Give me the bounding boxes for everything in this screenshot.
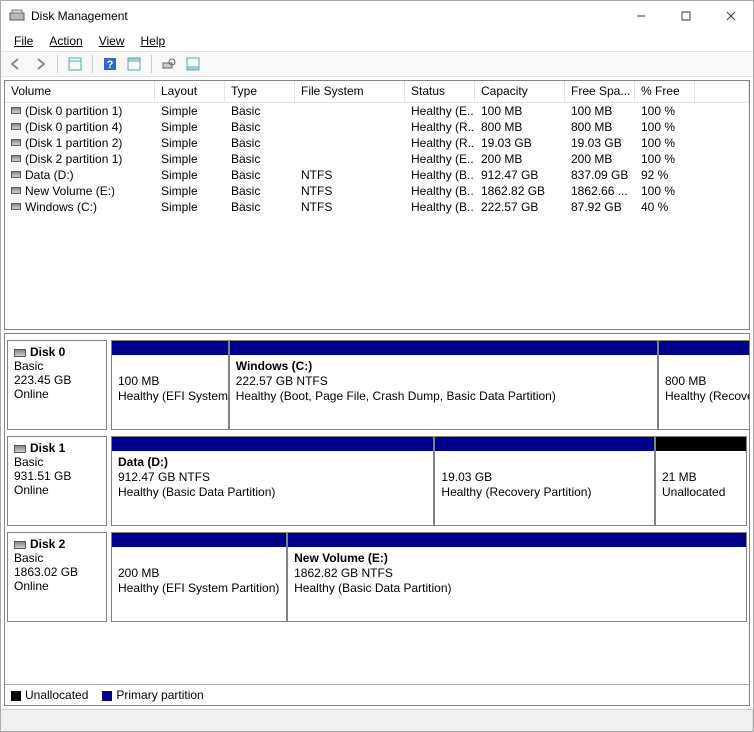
disk-row: Disk 2Basic1863.02 GBOnline 200 MBHealth… bbox=[5, 532, 749, 622]
show-hide-tree-button[interactable] bbox=[64, 53, 86, 75]
disk-partitions: 100 MBHealthy (EFI System Partition)Wind… bbox=[111, 340, 749, 430]
window-title: Disk Management bbox=[31, 9, 128, 23]
top-view-button[interactable] bbox=[123, 53, 145, 75]
volume-row[interactable]: (Disk 2 partition 1)SimpleBasicHealthy (… bbox=[5, 151, 749, 167]
partition-stripe bbox=[659, 341, 749, 355]
partition-body: New Volume (E:)1862.82 GB NTFSHealthy (B… bbox=[288, 547, 746, 621]
close-button[interactable] bbox=[708, 2, 753, 30]
partition-unallocated[interactable]: 21 MBUnallocated bbox=[655, 436, 747, 526]
disk-icon bbox=[14, 541, 26, 549]
settings-button[interactable] bbox=[158, 53, 180, 75]
partition-stripe bbox=[656, 437, 746, 451]
partition-body: Windows (C:)222.57 GB NTFSHealthy (Boot,… bbox=[230, 355, 657, 429]
volume-icon bbox=[11, 203, 21, 210]
back-button[interactable] bbox=[5, 53, 27, 75]
volume-icon bbox=[11, 187, 21, 194]
volume-row[interactable]: Data (D:)SimpleBasicNTFSHealthy (B...912… bbox=[5, 167, 749, 183]
partition-primary[interactable]: New Volume (E:)1862.82 GB NTFSHealthy (B… bbox=[287, 532, 747, 622]
app-icon bbox=[9, 8, 25, 24]
volume-list-pane: Volume Layout Type File System Status Ca… bbox=[4, 80, 750, 330]
swatch-unallocated-icon bbox=[11, 691, 21, 701]
partition-stripe bbox=[112, 437, 433, 451]
disk-row: Disk 0Basic223.45 GBOnline 100 MBHealthy… bbox=[5, 340, 749, 430]
partition-stripe bbox=[112, 341, 228, 355]
partition-stripe bbox=[230, 341, 657, 355]
partition-body: 100 MBHealthy (EFI System Partition) bbox=[112, 355, 228, 429]
maximize-button[interactable] bbox=[663, 2, 708, 30]
menu-bar: File Action View Help bbox=[1, 31, 753, 51]
col-layout[interactable]: Layout bbox=[155, 81, 225, 102]
disk-info[interactable]: Disk 0Basic223.45 GBOnline bbox=[7, 340, 107, 430]
legend-primary: Primary partition bbox=[102, 688, 203, 702]
minimize-button[interactable] bbox=[618, 2, 663, 30]
partition-primary[interactable]: Data (D:)912.47 GB NTFSHealthy (Basic Da… bbox=[111, 436, 434, 526]
disk-info[interactable]: Disk 1Basic931.51 GBOnline bbox=[7, 436, 107, 526]
help-button[interactable]: ? bbox=[99, 53, 121, 75]
forward-button[interactable] bbox=[29, 53, 51, 75]
volume-list-header: Volume Layout Type File System Status Ca… bbox=[5, 81, 749, 103]
partition-body: 21 MBUnallocated bbox=[656, 451, 746, 525]
bottom-view-button[interactable] bbox=[182, 53, 204, 75]
partition-primary[interactable]: 100 MBHealthy (EFI System Partition) bbox=[111, 340, 229, 430]
col-capacity[interactable]: Capacity bbox=[475, 81, 565, 102]
partition-body: 800 MBHealthy (Recovery Partition) bbox=[659, 355, 749, 429]
volume-row[interactable]: Windows (C:)SimpleBasicNTFSHealthy (B...… bbox=[5, 199, 749, 215]
col-type[interactable]: Type bbox=[225, 81, 295, 102]
col-volume[interactable]: Volume bbox=[5, 81, 155, 102]
svg-text:?: ? bbox=[107, 59, 114, 71]
partition-body: 19.03 GBHealthy (Recovery Partition) bbox=[435, 451, 654, 525]
menu-help[interactable]: Help bbox=[134, 33, 173, 49]
col-status[interactable]: Status bbox=[405, 81, 475, 102]
partition-stripe bbox=[435, 437, 654, 451]
partition-primary[interactable]: 800 MBHealthy (Recovery Partition) bbox=[658, 340, 749, 430]
disk-info[interactable]: Disk 2Basic1863.02 GBOnline bbox=[7, 532, 107, 622]
volume-row[interactable]: (Disk 1 partition 2)SimpleBasicHealthy (… bbox=[5, 135, 749, 151]
legend-unallocated: Unallocated bbox=[11, 688, 88, 702]
disk-partitions: 200 MBHealthy (EFI System Partition)New … bbox=[111, 532, 747, 622]
partition-body: Data (D:)912.47 GB NTFSHealthy (Basic Da… bbox=[112, 451, 433, 525]
menu-file[interactable]: File bbox=[7, 33, 40, 49]
swatch-primary-icon bbox=[102, 691, 112, 701]
disk-partitions: Data (D:)912.47 GB NTFSHealthy (Basic Da… bbox=[111, 436, 747, 526]
toolbar-separator bbox=[92, 55, 93, 73]
disk-icon bbox=[14, 445, 26, 453]
volume-row[interactable]: (Disk 0 partition 4)SimpleBasicHealthy (… bbox=[5, 119, 749, 135]
col-freespace[interactable]: Free Spa... bbox=[565, 81, 635, 102]
volume-row[interactable]: New Volume (E:)SimpleBasicNTFSHealthy (B… bbox=[5, 183, 749, 199]
disk-rows-container[interactable]: Disk 0Basic223.45 GBOnline 100 MBHealthy… bbox=[5, 334, 749, 684]
col-pctfree[interactable]: % Free bbox=[635, 81, 695, 102]
disk-row: Disk 1Basic931.51 GBOnlineData (D:)912.4… bbox=[5, 436, 749, 526]
window-titlebar: Disk Management bbox=[1, 1, 753, 31]
menu-action[interactable]: Action bbox=[42, 33, 89, 49]
volume-icon bbox=[11, 171, 21, 178]
col-filesystem[interactable]: File System bbox=[295, 81, 405, 102]
volume-row[interactable]: (Disk 0 partition 1)SimpleBasicHealthy (… bbox=[5, 103, 749, 119]
volume-icon bbox=[11, 155, 21, 162]
legend: Unallocated Primary partition bbox=[5, 684, 749, 705]
volume-icon bbox=[11, 123, 21, 130]
disk-icon bbox=[14, 349, 26, 357]
status-bar bbox=[1, 709, 753, 731]
menu-view[interactable]: View bbox=[92, 33, 132, 49]
partition-stripe bbox=[112, 533, 286, 547]
status-cell bbox=[1, 710, 753, 731]
partition-primary[interactable]: 19.03 GBHealthy (Recovery Partition) bbox=[434, 436, 655, 526]
disk-graphical-pane: Disk 0Basic223.45 GBOnline 100 MBHealthy… bbox=[4, 333, 750, 706]
volume-icon bbox=[11, 107, 21, 114]
toolbar-separator bbox=[57, 55, 58, 73]
volume-icon bbox=[11, 139, 21, 146]
toolbar-separator bbox=[151, 55, 152, 73]
col-spare[interactable] bbox=[695, 81, 749, 102]
partition-body: 200 MBHealthy (EFI System Partition) bbox=[112, 547, 286, 621]
partition-primary[interactable]: 200 MBHealthy (EFI System Partition) bbox=[111, 532, 287, 622]
partition-stripe bbox=[288, 533, 746, 547]
toolbar: ? bbox=[1, 51, 753, 77]
volume-list-body[interactable]: (Disk 0 partition 1)SimpleBasicHealthy (… bbox=[5, 103, 749, 329]
partition-primary[interactable]: Windows (C:)222.57 GB NTFSHealthy (Boot,… bbox=[229, 340, 658, 430]
